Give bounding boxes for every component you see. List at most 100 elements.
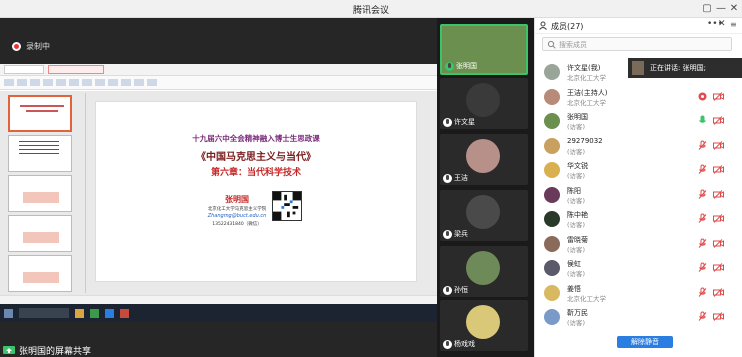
member-org: (访客) — [567, 319, 586, 327]
camera-off-icon[interactable] — [713, 238, 724, 248]
participant-name: 王洁 — [454, 174, 468, 182]
member-row[interactable]: 姜悟 北京化工大学 — [535, 283, 742, 305]
member-row[interactable]: 侯虹 (访客) — [535, 258, 742, 280]
slide-thumbnail — [8, 135, 72, 172]
microphone-muted-icon[interactable] — [698, 311, 707, 322]
unmute-all-button[interactable]: 解除静音 — [617, 336, 673, 348]
browser-icon — [105, 308, 114, 318]
ppt-status-bar — [0, 295, 437, 304]
video-tile-name: 张明国 — [445, 61, 477, 71]
app-icon — [90, 308, 99, 318]
participant-avatar — [466, 195, 500, 229]
member-org: (访客) — [567, 221, 586, 229]
member-search-input[interactable]: 搜索成员 — [542, 37, 732, 51]
camera-off-icon[interactable] — [713, 287, 724, 297]
os-taskbar — [0, 304, 437, 322]
microphone-muted-icon[interactable] — [698, 287, 707, 298]
participant-avatar — [466, 251, 500, 285]
video-tile[interactable]: 张明国 — [440, 24, 528, 75]
speaking-indicator: 正在讲话: 张明国; — [628, 58, 742, 78]
speaking-label: 正在讲话: 张明国; — [650, 64, 706, 72]
panel-header: 成员(27) ••• ✕ ≡ — [535, 18, 742, 34]
video-tile[interactable]: 杨戏戏 — [440, 300, 528, 351]
member-row[interactable]: 靳万民 (访客) — [535, 307, 742, 329]
restore-icon[interactable]: ▢ — [700, 2, 714, 16]
slide-thumbnail — [8, 175, 72, 212]
ppt-tab — [4, 65, 44, 74]
microphone-muted-icon[interactable] — [698, 140, 707, 151]
video-tile[interactable]: 梁兵 — [440, 190, 528, 241]
member-org: 北京化工大学 — [567, 98, 606, 107]
participant-name: 梁兵 — [454, 230, 468, 238]
member-row[interactable]: 雷晓菊 (访客) — [535, 234, 742, 256]
member-org: (访客) — [567, 270, 586, 278]
camera-off-icon[interactable] — [713, 189, 724, 199]
camera-off-icon[interactable] — [713, 214, 724, 223]
member-row[interactable]: 华文锐 (访客) — [535, 160, 742, 182]
taskbar-search — [19, 308, 69, 318]
shared-screen[interactable]: 十九届六中全会精神融入博士生思政课 《中国马克思主义与当代》 第六章：当代科学技… — [0, 64, 437, 322]
member-row[interactable]: 29279032 (访客) — [535, 136, 742, 158]
slide-phone: 13522431840（微信） — [212, 222, 262, 227]
member-row[interactable]: 张明国 (访客) — [535, 111, 742, 133]
ppt-tab-strip — [0, 64, 437, 76]
participant-avatar — [466, 305, 500, 339]
member-org: 北京化工大学 — [567, 294, 606, 303]
camera-off-icon[interactable] — [713, 91, 724, 101]
video-tile-name: 王洁 — [443, 173, 468, 183]
microphone-on-icon — [445, 61, 454, 71]
camera-off-icon[interactable] — [713, 116, 724, 125]
video-tile-name: 许文星 — [443, 117, 475, 127]
windows-start-icon — [4, 308, 13, 318]
member-row[interactable]: 陈中艳 (访客) — [535, 209, 742, 231]
video-tile[interactable]: 王洁 — [440, 134, 528, 185]
members-icon — [539, 21, 547, 30]
microphone-on-icon[interactable] — [698, 115, 707, 126]
video-tile[interactable]: 孙恒 — [440, 246, 528, 297]
ppt-tab-active — [48, 65, 104, 74]
avatar — [544, 309, 560, 325]
member-name: 29279032 — [567, 136, 603, 145]
avatar — [544, 88, 560, 105]
member-row[interactable]: 陈阳 (访客) — [535, 185, 742, 207]
close-icon[interactable]: ✕ — [727, 2, 741, 16]
avatar — [544, 284, 560, 301]
camera-off-icon[interactable] — [713, 140, 724, 150]
camera-off-icon[interactable] — [713, 312, 724, 321]
participant-avatar — [466, 139, 500, 173]
recording-indicator[interactable]: 录制中 — [12, 41, 50, 52]
slide-thumbnails — [2, 93, 86, 293]
microphone-muted-icon[interactable] — [698, 238, 707, 249]
menu-icon[interactable]: ≡ — [730, 20, 737, 29]
participant-avatar — [466, 83, 500, 117]
search-placeholder: 搜索成员 — [559, 41, 587, 49]
search-icon — [547, 40, 556, 49]
microphone-active-icon[interactable] — [698, 91, 707, 102]
slide-line-2: 《中国马克思主义与当代》 — [196, 152, 316, 163]
avatar — [544, 186, 560, 203]
recording-label: 录制中 — [26, 42, 50, 51]
camera-off-icon[interactable] — [713, 263, 724, 272]
member-row[interactable]: 王洁(主持人) 北京化工大学 — [535, 87, 742, 109]
member-org: (访客) — [567, 123, 586, 131]
camera-off-icon[interactable] — [713, 165, 724, 174]
qr-code-icon — [272, 191, 302, 221]
participant-name: 杨戏戏 — [454, 340, 475, 348]
avatar — [544, 137, 560, 154]
avatar — [544, 211, 560, 227]
minimize-icon[interactable]: — — [714, 2, 728, 16]
panel-title: 成员(27) — [551, 22, 584, 31]
panel-close-icon[interactable]: ✕ — [718, 19, 726, 29]
microphone-off-icon — [443, 117, 452, 127]
microphone-muted-icon[interactable] — [698, 164, 707, 175]
microphone-muted-icon[interactable] — [698, 213, 707, 224]
stage-area: 录制中 十九届六中全会精神融入博士生思政课 《中国马克思主义与当代》 第六章：当… — [0, 18, 437, 357]
meeting-window: 腾讯会议 ▢ — ✕ 录制中 十九届六中全会精神融入博士生思政课 《中国马克思主… — [0, 0, 742, 357]
video-strip: 张明国许文星王洁梁兵孙恒杨戏戏 — [437, 18, 534, 357]
video-tile[interactable]: 许文星 — [440, 78, 528, 129]
microphone-muted-icon[interactable] — [698, 262, 707, 273]
screen-share-icon — [3, 345, 15, 354]
microphone-muted-icon[interactable] — [698, 189, 707, 200]
participant-name: 许文星 — [454, 118, 475, 126]
speaker-thumbnail — [632, 61, 644, 75]
